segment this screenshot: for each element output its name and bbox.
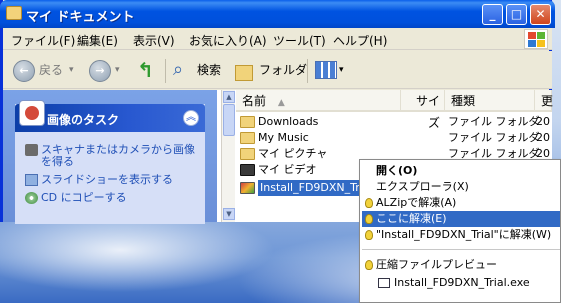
menu-archive-preview-label: 圧縮ファイルプレビュー <box>376 258 497 271</box>
folder-icon <box>240 116 255 128</box>
menu-view[interactable]: 表示(V) <box>133 32 175 49</box>
slideshow-link[interactable]: スライドショーを表示する <box>41 174 173 186</box>
picture-tasks-icon <box>19 100 45 126</box>
picture-folder-icon <box>240 148 255 160</box>
menu-tools[interactable]: ツール(T) <box>273 32 326 49</box>
menu-bar: ファイル(F) 編集(E) 表示(V) お気に入り(A) ツール(T) ヘルプ(… <box>3 28 552 50</box>
column-size[interactable]: サイズ <box>401 90 445 130</box>
close-button[interactable]: ✕ <box>530 4 551 25</box>
copy-to-cd-link[interactable]: CD にコピーする <box>41 192 127 204</box>
back-arrow-icon[interactable]: ← <box>13 60 35 82</box>
picture-tasks-header[interactable]: 画像のタスク ︽ <box>15 100 205 132</box>
menu-alzip-extract-label: ALZipで解凍(A) <box>376 196 457 209</box>
file-name: Install_FD9DXN_Trial <box>258 180 375 196</box>
alzip-icon <box>365 230 373 240</box>
file-name: マイ ピクチャ <box>258 147 328 160</box>
menu-favorites[interactable]: お気に入り(A) <box>189 32 267 49</box>
folder-icon <box>240 132 255 144</box>
exe-file-icon <box>378 278 390 288</box>
menu-open[interactable]: 開く(O) <box>362 163 560 179</box>
menu-archive-file[interactable]: Install_FD9DXN_Trial.exe <box>362 275 560 291</box>
menu-edit[interactable]: 編集(E) <box>77 32 118 49</box>
file-date: 20 <box>536 131 550 144</box>
menu-extract-here[interactable]: ここに解凍(E) <box>362 211 560 227</box>
menu-file[interactable]: ファイル(F) <box>11 32 75 49</box>
window-title: マイ ドキュメント <box>26 10 135 25</box>
up-folder-icon[interactable]: ↰ <box>137 57 154 83</box>
menu-explorer[interactable]: エクスプローラ(X) <box>362 179 560 195</box>
column-date[interactable]: 更 <box>535 90 553 112</box>
video-folder-icon <box>240 164 255 176</box>
title-bar[interactable]: マイ ドキュメント _ □ ✕ <box>0 0 555 28</box>
back-dropdown-icon[interactable]: ▾ <box>69 57 74 83</box>
file-type: ファイル フォルダ <box>448 131 540 144</box>
scroll-down-icon[interactable]: ▼ <box>223 208 235 220</box>
file-type: ファイル フォルダ <box>448 115 540 128</box>
collapse-chevron-icon[interactable]: ︽ <box>183 110 199 126</box>
slideshow-icon <box>25 174 38 186</box>
picture-tasks-panel: 画像のタスク ︽ スキャナまたはカメラから画像を得る スライドショーを表示する … <box>15 100 205 224</box>
minimize-button[interactable]: _ <box>482 4 503 25</box>
task-pane-scrollbar[interactable]: ▲ ▼ <box>221 90 235 222</box>
search-icon[interactable]: ⌕ <box>173 57 183 83</box>
alzip-icon <box>365 214 373 224</box>
sort-ascending-icon: ▲ <box>277 98 285 108</box>
file-name: マイ ビデオ <box>258 163 317 176</box>
windows-logo-icon <box>524 29 548 49</box>
toolbar: ← 戻る ▾ → ▾ ↰ ⌕ 検索 フォルダ ▾ <box>3 51 552 89</box>
forward-arrow-icon[interactable]: → <box>89 60 111 82</box>
menu-help[interactable]: ヘルプ(H) <box>333 32 387 49</box>
forward-dropdown-icon[interactable]: ▾ <box>115 57 120 83</box>
context-menu: 開く(O) エクスプローラ(X) ALZipで解凍(A) ここに解凍(E) "I… <box>359 159 561 303</box>
back-button[interactable]: 戻る <box>39 57 63 83</box>
installer-icon <box>240 182 255 194</box>
task-pane: 画像のタスク ︽ スキャナまたはカメラから画像を得る スライドショーを表示する … <box>3 90 217 224</box>
toolbar-separator <box>307 59 308 83</box>
menu-archive-preview[interactable]: 圧縮ファイルプレビュー <box>362 257 560 273</box>
column-type[interactable]: 種類 <box>445 90 535 112</box>
file-name: Downloads <box>258 115 319 128</box>
column-name[interactable]: 名前 ▲ <box>236 90 401 112</box>
menu-extract-here-label: ここに解凍(E) <box>376 212 447 225</box>
toolbar-separator <box>165 59 166 83</box>
folders-icon[interactable] <box>235 65 253 81</box>
picture-tasks-title: 画像のタスク <box>47 113 120 127</box>
scroll-up-icon[interactable]: ▲ <box>223 91 235 103</box>
scrollbar-thumb[interactable] <box>223 104 235 136</box>
menu-extract-to-folder-label: "Install_FD9DXN_Trial"に解凍(W) <box>376 228 552 241</box>
menu-extract-to-folder[interactable]: "Install_FD9DXN_Trial"に解凍(W) <box>362 227 560 243</box>
file-date: 20 <box>536 115 550 128</box>
file-name: My Music <box>258 131 309 144</box>
views-icon[interactable] <box>315 61 337 79</box>
cd-copy-icon <box>25 192 38 204</box>
search-button[interactable]: 検索 <box>197 57 221 83</box>
menu-alzip-extract[interactable]: ALZipで解凍(A) <box>362 195 560 211</box>
maximize-button[interactable]: □ <box>506 4 527 25</box>
views-dropdown-icon[interactable]: ▾ <box>339 57 344 83</box>
menu-archive-file-label: Install_FD9DXN_Trial.exe <box>394 276 530 289</box>
alzip-icon <box>365 260 373 270</box>
folder-icon <box>6 6 22 20</box>
file-row[interactable]: Downloads ファイル フォルダ 20 <box>236 114 552 130</box>
menu-separator <box>362 249 560 250</box>
column-name-label: 名前 <box>242 94 267 108</box>
folders-button[interactable]: フォルダ <box>259 57 307 83</box>
file-row[interactable]: My Music ファイル フォルダ 20 <box>236 130 552 146</box>
camera-icon <box>25 144 38 156</box>
scan-camera-link[interactable]: スキャナまたはカメラから画像を得る <box>41 144 201 168</box>
alzip-icon <box>365 198 373 208</box>
